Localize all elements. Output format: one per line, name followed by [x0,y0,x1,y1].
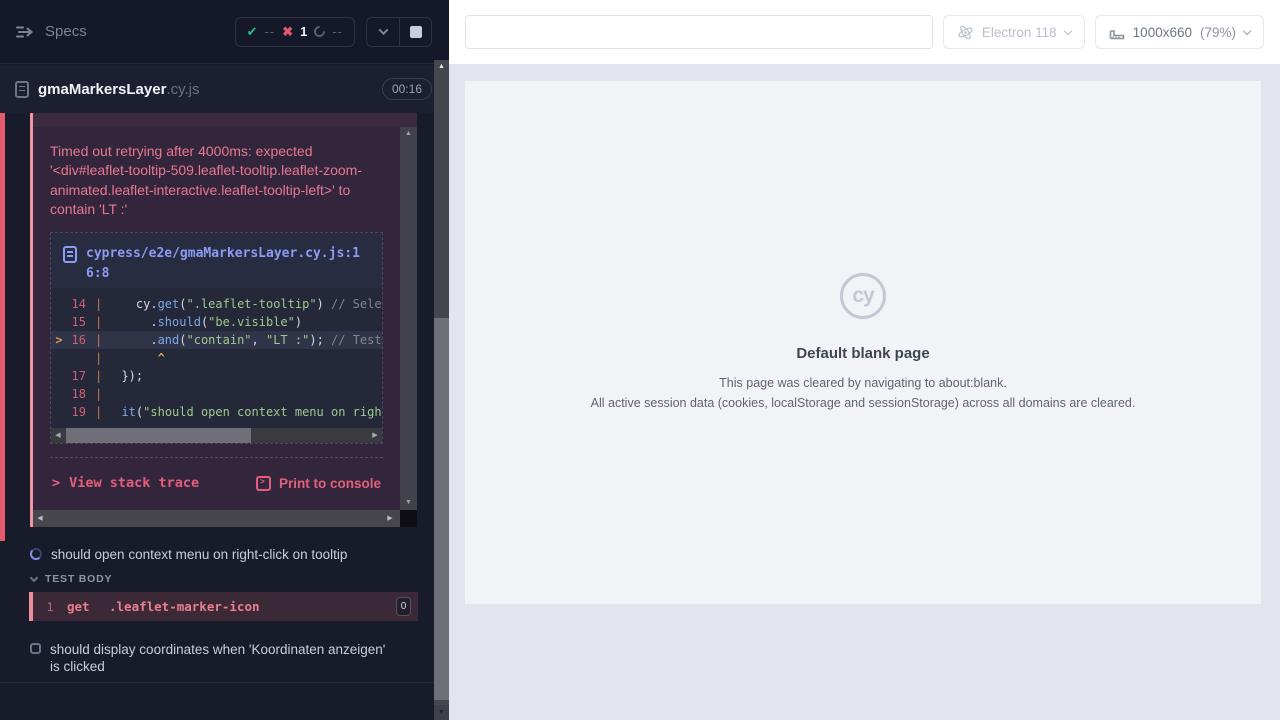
command-message: .leaflet-marker-icon [109,599,396,614]
code-line: 15| .should("be.visible") [51,313,382,331]
divider [0,682,434,683]
reporter-scrollbar[interactable]: ▲ ▼ [434,60,449,720]
error-h-scrollbar[interactable]: ◀ ▶ [33,510,400,527]
failed-test-indicator-bar [0,113,5,541]
error-code-location-link[interactable]: cypress/e2e/gmaMarkersLayer.cy.js:16:8 [86,244,370,283]
code-file-icon [63,246,77,263]
stop-run-button[interactable] [399,18,431,46]
code-line: 14| cy.get(".leaflet-tooltip") // Sele [51,295,382,313]
spec-file-row[interactable]: gmaMarkersLayer.cy.js 00:16 [0,65,449,113]
view-stack-trace-link[interactable]: > View stack trace [52,475,199,491]
passed-check-icon: ✔ [247,24,258,40]
stop-icon [410,26,422,38]
code-line: 17| }); [51,367,382,385]
viewport-zoom: (79%) [1200,25,1236,40]
pending-count: -- [332,24,343,39]
chevron-down-icon [1063,26,1071,34]
test-body-section-header[interactable]: TEST BODY [31,573,112,585]
spec-timer-badge: 00:16 [382,78,432,100]
chevron-down-icon [1243,26,1251,34]
scroll-down-arrow-icon[interactable]: ▼ [434,705,449,720]
chevron-down-icon [30,573,38,581]
pending-spinner-icon [312,24,328,40]
aut-url-toolbar: Electron 118 1000x660 (79%) [449,0,1280,64]
code-h-scrollbar[interactable]: ◀ ▶ [51,428,382,443]
viewport-size: 1000x660 [1133,25,1192,40]
cypress-logo: cy [840,273,886,319]
scroll-up-arrow-icon[interactable]: ▲ [405,127,412,141]
error-panel-top-strip [33,113,417,127]
test-title: should open context menu on right-click … [51,546,401,563]
chevron-down-icon [378,25,388,35]
scroll-down-arrow-icon[interactable]: ▼ [405,496,412,510]
blank-page-line2: All active session data (cookies, localS… [591,393,1136,413]
failed-count: 1 [300,24,307,39]
command-log-entry[interactable]: 1 get .leaflet-marker-icon 0 [29,592,418,621]
test-item-pending[interactable]: should display coordinates when 'Koordin… [30,641,395,675]
test-title: should display coordinates when 'Koordin… [50,641,395,675]
test-stats: ✔ -- ✖ 1 -- [235,17,355,47]
scroll-right-arrow-icon[interactable]: ▶ [368,428,382,443]
code-line: >16| .and("contain", "LT :"); // Test [51,331,382,349]
command-count-badge: 0 [396,597,411,616]
code-line: 19| it("should open context menu on righ [51,403,382,421]
print-to-console-link[interactable]: Print to console [256,476,381,491]
error-code-frame: cypress/e2e/gmaMarkersLayer.cy.js:16:8 1… [50,232,383,444]
url-input[interactable] [465,15,933,49]
failed-x-icon: ✖ [282,24,293,40]
reporter-header: Specs ✔ -- ✖ 1 -- [0,0,449,64]
spec-file-name: gmaMarkersLayer.cy.js [38,81,382,98]
code-lines: 14| cy.get(".leaflet-tooltip") // Sele15… [51,288,382,423]
scroll-up-arrow-icon[interactable]: ▲ [434,60,449,74]
blank-page-title: Default blank page [796,345,929,362]
scroll-left-arrow-icon[interactable]: ◀ [33,510,47,527]
code-line: 18| [51,385,382,403]
test-running-spinner-icon [30,548,42,560]
test-item-running[interactable]: should open context menu on right-click … [30,546,401,563]
viewport-size-button[interactable]: 1000x660 (79%) [1095,15,1264,49]
runner-controls [366,17,432,47]
browser-selector-button[interactable]: Electron 118 [943,15,1085,49]
command-number: 1 [33,600,67,614]
scrollbar-thumb[interactable] [434,318,449,700]
test-pending-icon [30,643,41,654]
blank-page-line1: This page was cleared by navigating to a… [719,373,1007,393]
passed-count: -- [265,24,276,39]
collapse-all-button[interactable] [367,18,399,46]
test-body-label: TEST BODY [45,573,112,585]
cypress-reporter: Specs ✔ -- ✖ 1 -- gmaMarkersLayer.cy.js … [0,0,449,720]
browser-name: Electron 118 [982,25,1057,40]
chevron-right-icon: > [52,475,60,491]
ruler-icon [1109,25,1125,40]
scrollbar-thumb[interactable] [66,428,251,443]
scroll-left-arrow-icon[interactable]: ◀ [51,428,65,443]
code-line: | ^ [51,349,382,367]
electron-icon [957,24,974,41]
command-method: get [67,599,109,614]
console-icon [256,476,271,491]
specs-list-toggle-icon[interactable] [15,24,35,40]
error-v-scrollbar[interactable]: ▲ ▼ [400,127,417,510]
specs-title: Specs [45,23,87,40]
scroll-right-arrow-icon[interactable]: ▶ [383,510,397,527]
spec-file-icon [15,81,29,98]
runner-main-area: Electron 118 1000x660 (79%) cy Default b… [449,0,1280,720]
scrollbar-corner [400,510,417,527]
aut-iframe: cy Default blank page This page was clea… [465,81,1261,604]
assertion-error-message: Timed out retrying after 4000ms: expecte… [50,142,383,219]
test-error-panel: Timed out retrying after 4000ms: expecte… [30,113,417,527]
